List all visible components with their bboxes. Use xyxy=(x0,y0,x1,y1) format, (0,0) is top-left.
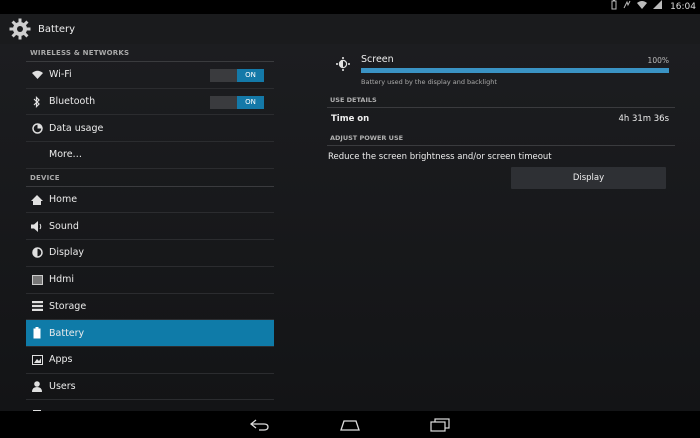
sidebar-item-label: Data usage xyxy=(49,122,104,134)
status-bar: 16:04 xyxy=(0,0,700,14)
display-button[interactable]: Display xyxy=(511,167,666,189)
home-icon xyxy=(31,194,43,206)
toggle-on-label: ON xyxy=(237,95,264,109)
action-bar: Battery xyxy=(0,14,700,44)
sidebar-item-battery[interactable]: Battery xyxy=(26,320,274,347)
sidebar-item-label: More… xyxy=(49,149,83,161)
sidebar-item-home[interactable]: Home xyxy=(26,187,274,214)
wifi-toggle[interactable]: ON xyxy=(210,69,264,82)
battery-icon xyxy=(31,327,43,339)
usage-progress-fill xyxy=(361,68,669,73)
sidebar-item-users[interactable]: Users xyxy=(26,374,274,401)
vibrate-icon xyxy=(623,0,631,15)
usage-progress-bar xyxy=(361,68,669,73)
bluetooth-icon xyxy=(31,95,43,108)
sidebar-item-label: Apps xyxy=(49,354,73,366)
brightness-icon xyxy=(31,247,43,259)
clock: 16:04 xyxy=(670,2,696,12)
home-nav-icon[interactable] xyxy=(335,415,365,435)
hdmi-icon xyxy=(31,274,43,286)
wifi-status-icon xyxy=(637,0,648,14)
sidebar-item-label: Home xyxy=(49,194,78,206)
usage-item-screen: Screen 100% Battery used by the display … xyxy=(327,44,675,92)
sidebar-item-bluetooth[interactable]: Bluetooth ON xyxy=(26,89,274,116)
sidebar-item-wifi[interactable]: Wi-Fi ON xyxy=(26,62,274,89)
usage-percent: 100% xyxy=(647,56,669,65)
sidebar-item-storage[interactable]: Storage xyxy=(26,294,274,321)
wifi-icon xyxy=(31,69,43,81)
time-on-value: 4h 31m 36s xyxy=(618,114,669,124)
brightness-icon xyxy=(336,56,350,71)
battery-detail-panel: Screen 100% Battery used by the display … xyxy=(327,44,675,411)
sidebar-item-cut-off[interactable] xyxy=(26,400,274,411)
section-header-device: DEVICE xyxy=(26,169,274,187)
apps-icon xyxy=(31,354,43,366)
sidebar-item-label: Users xyxy=(49,380,76,392)
adjust-power-header: ADJUST POWER USE xyxy=(327,130,675,146)
sidebar-item-hdmi[interactable]: Hdmi xyxy=(26,267,274,294)
sidebar-item-data-usage[interactable]: Data usage xyxy=(26,115,274,143)
toggle-on-label: ON xyxy=(237,69,264,82)
data-usage-icon xyxy=(31,122,43,134)
usage-item-name: Screen xyxy=(361,54,394,65)
sidebar-item-label: Hdmi xyxy=(49,274,75,286)
page-title: Battery xyxy=(38,23,76,35)
settings-gear-icon[interactable] xyxy=(8,17,32,41)
sidebar-item-sound[interactable]: Sound xyxy=(26,213,274,241)
sidebar-item-label: Storage xyxy=(49,300,87,312)
usage-item-subtitle: Battery used by the display and backligh… xyxy=(361,78,497,86)
sidebar-item-label: Sound xyxy=(49,220,79,232)
time-on-row: Time on 4h 31m 36s xyxy=(327,108,675,130)
bluetooth-toggle[interactable]: ON xyxy=(210,95,264,109)
sidebar-item-label: Display xyxy=(49,247,85,259)
sidebar-item-label: Bluetooth xyxy=(49,96,96,108)
signal-icon xyxy=(653,0,663,14)
sidebar-item-label: Wi-Fi xyxy=(49,69,72,81)
sidebar-item-more[interactable]: More… xyxy=(26,142,274,169)
battery-status-icon xyxy=(611,0,617,15)
storage-icon xyxy=(31,300,43,312)
navigation-bar xyxy=(0,411,700,438)
sidebar-item-label: Battery xyxy=(49,327,85,339)
back-icon[interactable] xyxy=(245,415,275,435)
speaker-icon xyxy=(31,220,43,232)
section-header-wireless: WIRELESS & NETWORKS xyxy=(26,44,274,62)
adjust-power-text: Reduce the screen brightness and/or scre… xyxy=(328,152,552,162)
user-icon xyxy=(31,380,43,392)
sidebar-item-display[interactable]: Display xyxy=(26,240,274,267)
settings-list: WIRELESS & NETWORKS Wi-Fi ON Bluetooth O… xyxy=(26,44,274,411)
time-on-label: Time on xyxy=(331,114,370,124)
recents-icon[interactable] xyxy=(425,415,455,435)
sidebar-item-apps[interactable]: Apps xyxy=(26,347,274,374)
use-details-header: USE DETAILS xyxy=(327,92,675,108)
main-content: WIRELESS & NETWORKS Wi-Fi ON Bluetooth O… xyxy=(0,44,700,411)
